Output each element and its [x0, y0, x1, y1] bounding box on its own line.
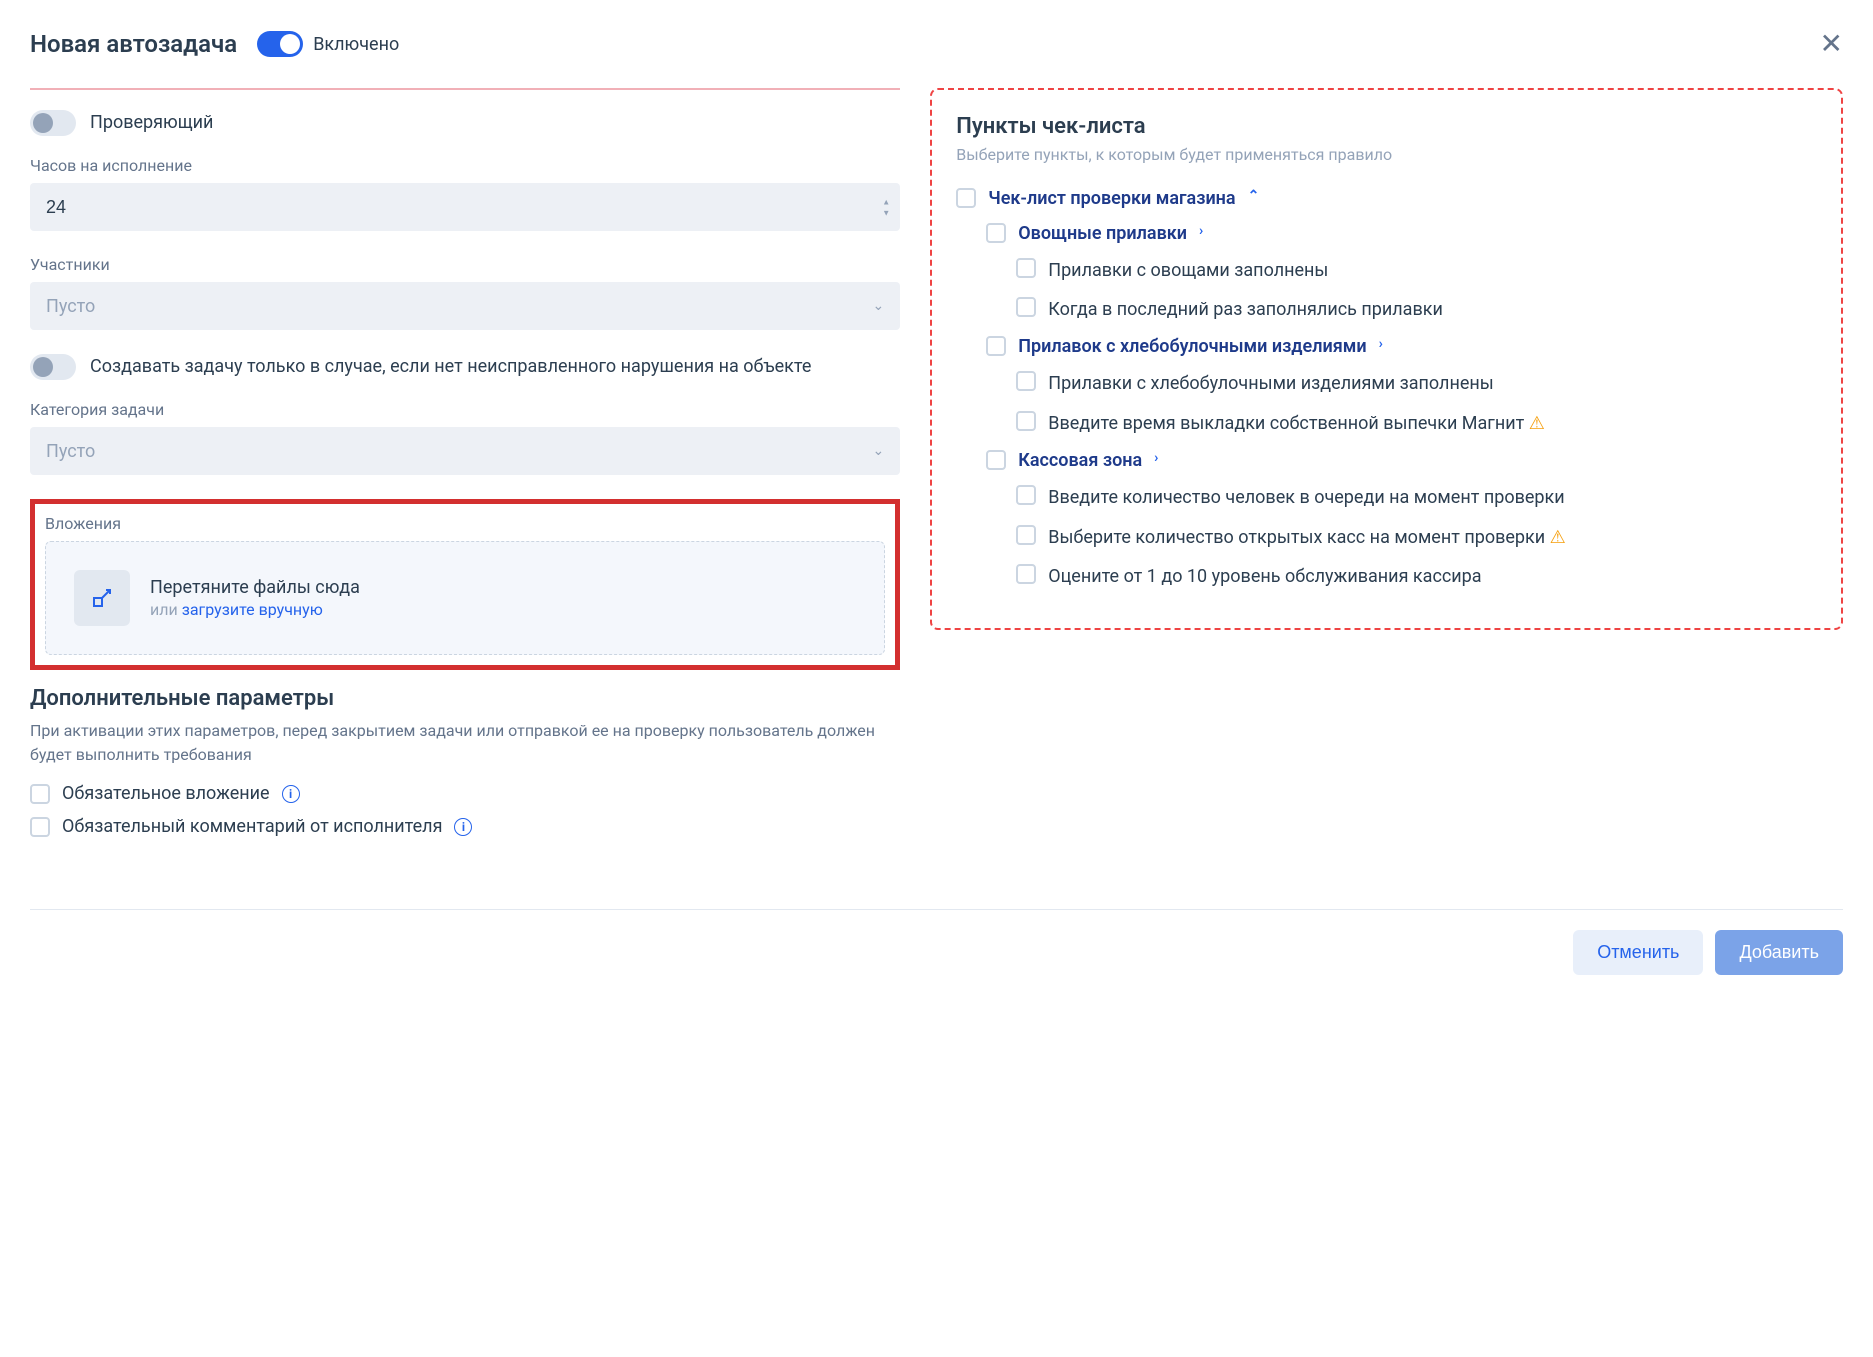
- dropzone-title: Перетяните файлы сюда: [150, 577, 360, 598]
- chevron-right-icon[interactable]: ›: [1379, 336, 1383, 352]
- page-title: Новая автозадача: [30, 30, 237, 58]
- chevron-down-icon: ⌄: [873, 298, 885, 314]
- chevron-down-icon: ⌄: [873, 443, 885, 459]
- dropzone-or: или: [150, 600, 182, 619]
- tree-item-label: Прилавки с овощами заполнены: [1048, 258, 1328, 283]
- tree-checkbox[interactable]: [1016, 297, 1036, 317]
- checklist-title: Пункты чек-листа: [956, 114, 1817, 139]
- warning-icon: ⚠: [1550, 525, 1566, 550]
- participants-label: Участники: [30, 255, 900, 274]
- upload-manual-link[interactable]: загрузите вручную: [182, 600, 323, 619]
- hours-label: Часов на исполнение: [30, 156, 900, 175]
- required-comment-label: Обязательный комментарий от исполнителя: [62, 816, 442, 837]
- tree-checkbox[interactable]: [1016, 564, 1036, 584]
- tree-checkbox[interactable]: [1016, 371, 1036, 391]
- participants-value: Пусто: [46, 296, 95, 317]
- required-comment-checkbox[interactable]: [30, 817, 50, 837]
- info-icon[interactable]: i: [454, 818, 472, 836]
- tree-root-label[interactable]: Чек-лист проверки магазина: [988, 188, 1235, 209]
- tree-checkbox[interactable]: [956, 188, 976, 208]
- tree-checkbox[interactable]: [986, 223, 1006, 243]
- tree-checkbox[interactable]: [1016, 258, 1036, 278]
- reviewer-toggle[interactable]: [30, 110, 76, 136]
- enabled-toggle-label: Включено: [313, 34, 399, 55]
- warning-icon: ⚠: [1529, 411, 1545, 436]
- category-select[interactable]: Пусто ⌄: [30, 427, 900, 475]
- tree-item-label: Оцените от 1 до 10 уровень обслуживания …: [1048, 564, 1481, 589]
- info-icon[interactable]: i: [282, 785, 300, 803]
- required-attachment-checkbox[interactable]: [30, 784, 50, 804]
- tree-checkbox[interactable]: [1016, 525, 1036, 545]
- additional-params-desc: При активации этих параметров, перед зак…: [30, 719, 900, 767]
- chevron-up-icon[interactable]: ⌃: [1248, 188, 1260, 204]
- participants-select[interactable]: Пусто ⌄: [30, 282, 900, 330]
- attachments-label: Вложения: [45, 514, 885, 533]
- attachments-highlight: Вложения Перетяните файлы сюда или загру…: [30, 499, 900, 670]
- add-button[interactable]: Добавить: [1715, 930, 1843, 975]
- checklist-panel: Пункты чек-листа Выберите пункты, к кото…: [930, 88, 1843, 630]
- file-dropzone[interactable]: Перетяните файлы сюда или загрузите вруч…: [45, 541, 885, 655]
- category-label: Категория задачи: [30, 400, 900, 419]
- tree-item-label: Выберите количество открытых касс на мом…: [1048, 525, 1566, 551]
- create-only-if-label: Создавать задачу только в случае, если н…: [90, 354, 811, 379]
- reviewer-label: Проверяющий: [90, 110, 213, 135]
- tree-item-label: Прилавки с хлебобулочными изделиями запо…: [1048, 371, 1493, 396]
- tree-group-label[interactable]: Прилавок с хлебобулочными изделиями: [1018, 336, 1366, 357]
- tree-item-label: Введите время выкладки собственной выпеч…: [1048, 411, 1545, 437]
- tree-checkbox[interactable]: [986, 336, 1006, 356]
- required-attachment-label: Обязательное вложение: [62, 783, 270, 804]
- tree-group-label[interactable]: Кассовая зона: [1018, 450, 1142, 471]
- upload-icon: [74, 570, 130, 626]
- hours-input[interactable]: [30, 183, 900, 231]
- tree-checkbox[interactable]: [986, 450, 1006, 470]
- tree-item-label: Когда в последний раз заполнялись прилав…: [1048, 297, 1443, 322]
- tree-group-label[interactable]: Овощные прилавки: [1018, 223, 1187, 244]
- chevron-right-icon[interactable]: ›: [1154, 450, 1158, 466]
- additional-params-title: Дополнительные параметры: [30, 686, 900, 711]
- tree-item-label: Введите количество человек в очереди на …: [1048, 485, 1564, 510]
- chevron-right-icon[interactable]: ›: [1199, 223, 1203, 239]
- checklist-desc: Выберите пункты, к которым будет применя…: [956, 145, 1817, 164]
- tree-checkbox[interactable]: [1016, 485, 1036, 505]
- close-icon[interactable]: ✕: [1820, 30, 1843, 58]
- cancel-button[interactable]: Отменить: [1573, 930, 1703, 975]
- hours-increment[interactable]: ▲: [878, 197, 894, 207]
- create-only-if-toggle[interactable]: [30, 354, 76, 380]
- category-value: Пусто: [46, 441, 95, 462]
- hours-decrement[interactable]: ▼: [878, 208, 894, 218]
- tree-checkbox[interactable]: [1016, 411, 1036, 431]
- enabled-toggle[interactable]: [257, 31, 303, 57]
